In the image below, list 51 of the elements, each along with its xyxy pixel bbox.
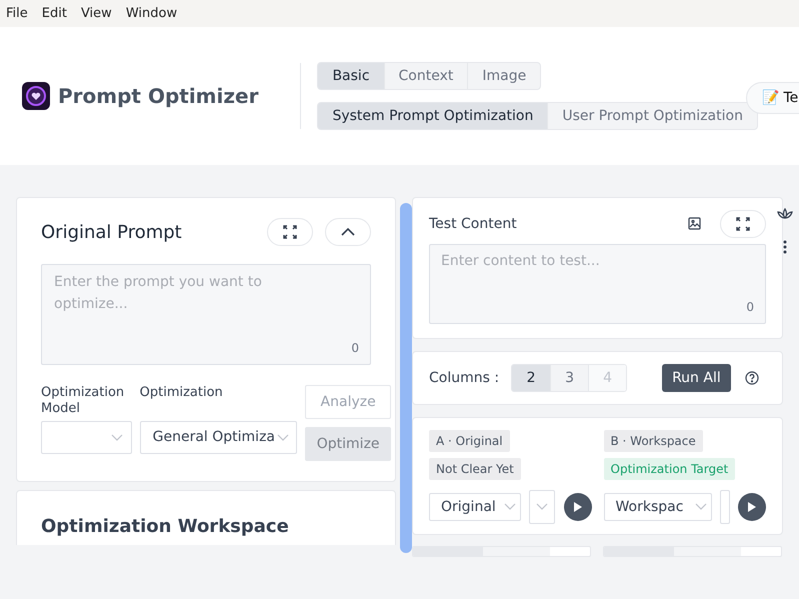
chevron-down-icon (504, 503, 516, 511)
tab[interactable]: Context (384, 63, 468, 89)
lotus-icon (777, 206, 793, 220)
fullscreen-button[interactable] (720, 210, 766, 238)
field-label: Optimization Model (41, 385, 126, 417)
card-title: Original Prompt (41, 220, 183, 244)
run-button[interactable] (564, 493, 592, 521)
help-icon (744, 371, 759, 385)
play-icon (748, 502, 756, 512)
expand-icon (736, 217, 750, 231)
chevron-down-icon (277, 434, 290, 442)
char-count: 0 (351, 340, 359, 357)
tag: A · Original (429, 430, 510, 452)
run-all-button[interactable]: Run All (662, 364, 731, 392)
card-title: Optimization Workspace (41, 516, 289, 537)
version-select[interactable]: Original (429, 493, 521, 521)
expand-icon (283, 225, 297, 239)
char-count: 0 (746, 299, 754, 316)
more-icon (783, 240, 787, 254)
columns-label: Columns : (429, 368, 500, 388)
fullscreen-button[interactable] (267, 218, 313, 246)
version-select[interactable]: Workspac (604, 493, 712, 521)
run-button[interactable] (738, 493, 766, 521)
template-select[interactable]: General Optimiza (140, 421, 298, 454)
play-icon (574, 502, 582, 512)
app-logo-icon (22, 82, 50, 110)
tag: Optimization Target (604, 458, 736, 480)
menu-item[interactable]: Edit (42, 4, 67, 24)
column-option[interactable]: 2 (512, 365, 550, 391)
image-button[interactable] (688, 217, 702, 231)
app-title: Prompt Optimizer (58, 83, 258, 110)
collapse-button[interactable] (325, 218, 371, 246)
header-button[interactable]: 📝 Te (746, 82, 799, 114)
field-label: Optimization (140, 385, 224, 401)
column-option[interactable]: 3 (550, 365, 588, 391)
tab[interactable]: System Prompt Optimization (318, 103, 548, 129)
chevron-down-icon (536, 503, 548, 511)
menu-item[interactable]: File (6, 4, 28, 24)
tab[interactable]: Basic (318, 63, 384, 89)
menu-item[interactable]: Window (126, 4, 178, 24)
tag: Not Clear Yet (429, 458, 521, 480)
card-title: Test Content (429, 214, 518, 234)
menu-item[interactable]: View (80, 4, 112, 24)
chevron-down-icon (694, 503, 706, 511)
tab[interactable]: Image (467, 63, 540, 89)
help-button[interactable] (744, 371, 759, 385)
chevron-up-icon (341, 228, 355, 236)
image-icon (688, 217, 701, 231)
tag: B · Workspace (604, 430, 703, 452)
chevron-down-icon (110, 434, 123, 442)
scrollbar[interactable] (400, 203, 412, 553)
